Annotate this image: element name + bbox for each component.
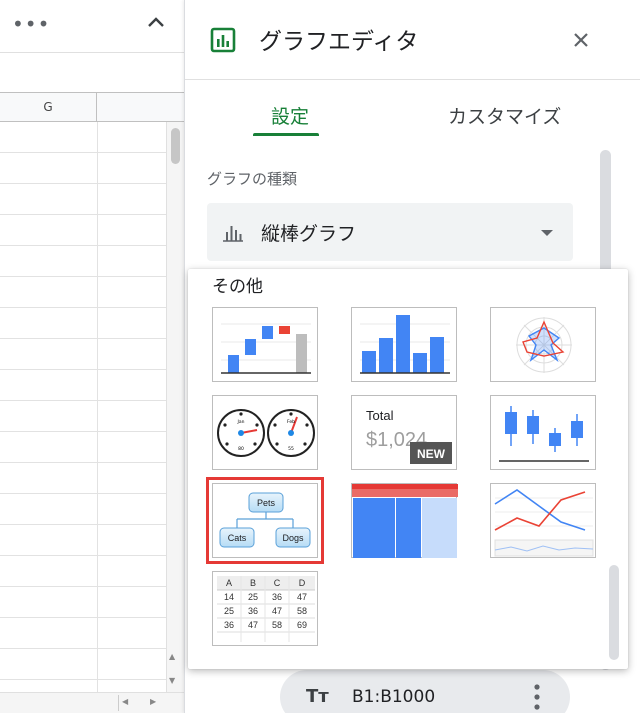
- table-header-c: C: [274, 578, 281, 588]
- scrollbar-thumb[interactable]: [171, 128, 180, 164]
- gauge-chart-icon: Jan Feb 80 55: [217, 409, 315, 457]
- sheet-toolbar: •••: [0, 0, 184, 52]
- timeline-chart-option[interactable]: [490, 483, 596, 558]
- histogram-chart-option[interactable]: [351, 307, 457, 382]
- table-header-d: D: [299, 578, 306, 588]
- scroll-right-icon[interactable]: ▶: [150, 697, 156, 706]
- more-horiz-icon[interactable]: •••: [12, 12, 50, 36]
- dropdown-scrollbar[interactable]: [609, 565, 619, 660]
- table-cell: 36: [224, 620, 234, 630]
- gauge-label-4: 55: [288, 446, 294, 452]
- chart-type-value: 縦棒グラフ: [261, 223, 357, 245]
- text-format-icon: Tт: [306, 686, 329, 707]
- table-cell: 25: [224, 606, 234, 616]
- chart-editor-header: グラフエディタ: [185, 0, 640, 80]
- table-cell: 47: [272, 606, 282, 616]
- radar-chart-option[interactable]: [490, 307, 596, 382]
- more-vert-icon[interactable]: [534, 684, 540, 710]
- table-cell: 58: [297, 606, 307, 616]
- data-range-field[interactable]: Tт B1:B1000: [280, 670, 570, 713]
- gauge-label-1: Jan: [237, 419, 245, 425]
- scorecard-title: Total: [366, 408, 394, 423]
- chevron-up-icon[interactable]: [146, 12, 166, 32]
- treemap-chart-option[interactable]: [351, 483, 458, 558]
- chart-type-dropdown: その他 Jan Feb 80 55 Total $1,024 NEW Pets …: [188, 269, 628, 669]
- chart-icon: [210, 27, 236, 53]
- active-tab-indicator: [253, 133, 319, 136]
- table-header-b: B: [250, 578, 256, 588]
- data-range-value: B1:B1000: [352, 687, 436, 707]
- horizontal-scrollbar[interactable]: ◀ ▶: [0, 692, 184, 713]
- table-chart-icon: A B C D 14 25 36 47 25 36 47 58 36 47 58…: [217, 576, 315, 642]
- org-child-label-2: Dogs: [282, 533, 304, 543]
- table-cell: 36: [272, 592, 282, 602]
- scorecard-chart-option[interactable]: Total $1,024 NEW: [351, 395, 457, 470]
- table-cell: 69: [297, 620, 307, 630]
- gauge-label-3: 80: [238, 446, 244, 452]
- gauge-chart-option[interactable]: Jan Feb 80 55: [212, 395, 318, 470]
- org-chart-option[interactable]: Pets Cats Dogs: [206, 477, 324, 564]
- scroll-up-icon[interactable]: ▲: [169, 652, 175, 661]
- tab-customize[interactable]: カスタマイズ: [448, 102, 561, 129]
- caret-down-icon: [541, 230, 553, 236]
- timeline-chart-icon: [494, 489, 594, 557]
- scroll-left-icon[interactable]: ◀: [122, 697, 128, 706]
- scroll-down-icon[interactable]: ▼: [169, 676, 175, 685]
- table-cell: 25: [248, 592, 258, 602]
- candlestick-chart-icon: [499, 406, 589, 462]
- column-header-row: G: [0, 92, 184, 122]
- table-cell: 47: [297, 592, 307, 602]
- table-cell: 36: [248, 606, 258, 616]
- table-cell: 58: [272, 620, 282, 630]
- bar-chart-icon: [223, 226, 243, 242]
- candlestick-chart-option[interactable]: [490, 395, 596, 470]
- waterfall-chart-option[interactable]: [212, 307, 318, 382]
- table-cell: 47: [248, 620, 258, 630]
- spreadsheet-area: ••• G ▲ ▼ ◀ ▶: [0, 0, 184, 713]
- org-child-label-1: Cats: [228, 533, 247, 543]
- table-chart-option[interactable]: A B C D 14 25 36 47 25 36 47 58 36 47 58…: [212, 571, 318, 646]
- cell-grid[interactable]: [0, 122, 184, 698]
- formula-bar[interactable]: [0, 52, 184, 92]
- treemap-chart-icon: [352, 484, 458, 558]
- dropdown-group-label: その他: [212, 277, 263, 297]
- chart-type-select[interactable]: 縦棒グラフ: [207, 203, 573, 261]
- new-badge: NEW: [417, 447, 446, 461]
- close-icon[interactable]: [571, 30, 591, 50]
- chart-type-label: グラフの種類: [207, 170, 298, 188]
- scorecard-chart-icon: Total $1,024 NEW: [366, 408, 452, 464]
- scrollbar-divider: [118, 695, 119, 711]
- table-cell: 14: [224, 592, 234, 602]
- histogram-chart-icon: [360, 315, 450, 374]
- vertical-scrollbar[interactable]: ▲ ▼: [166, 122, 184, 698]
- radar-chart-icon: [516, 317, 572, 373]
- panel-title: グラフエディタ: [259, 29, 419, 55]
- org-chart-icon: Pets Cats Dogs: [219, 492, 311, 548]
- tab-setup[interactable]: 設定: [271, 102, 309, 129]
- column-header-g[interactable]: G: [0, 93, 97, 121]
- column-divider: [97, 122, 98, 698]
- gauge-label-2: Feb: [287, 419, 295, 425]
- table-header-a: A: [226, 578, 232, 588]
- waterfall-chart-icon: [221, 323, 311, 374]
- org-root-label: Pets: [257, 498, 276, 508]
